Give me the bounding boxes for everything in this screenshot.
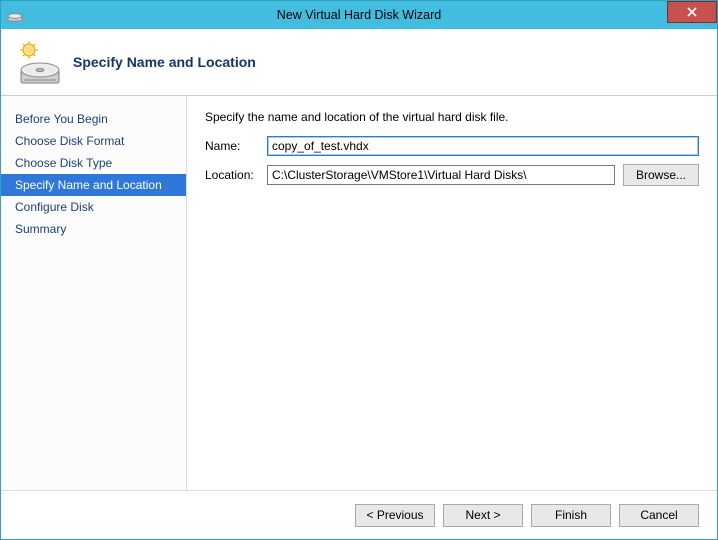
name-label: Name: [205, 139, 259, 153]
page-heading: Specify Name and Location [73, 54, 256, 70]
title-bar: New Virtual Hard Disk Wizard [1, 1, 717, 29]
location-input[interactable] [267, 165, 615, 185]
step-sidebar: Before You Begin Choose Disk Format Choo… [1, 96, 187, 490]
name-row: Name: [205, 136, 699, 156]
name-input[interactable] [267, 136, 699, 156]
browse-button[interactable]: Browse... [623, 164, 699, 186]
app-icon [7, 7, 23, 23]
cancel-button[interactable]: Cancel [619, 504, 699, 527]
step-choose-disk-type[interactable]: Choose Disk Type [1, 152, 186, 174]
step-specify-name-location[interactable]: Specify Name and Location [1, 174, 186, 196]
window-title: New Virtual Hard Disk Wizard [1, 8, 717, 22]
finish-button[interactable]: Finish [531, 504, 611, 527]
instruction-text: Specify the name and location of the vir… [205, 110, 699, 124]
header-panel: Specify Name and Location [1, 29, 717, 96]
next-button[interactable]: Next > [443, 504, 523, 527]
content-panel: Specify the name and location of the vir… [187, 96, 717, 490]
footer-buttons: < Previous Next > Finish Cancel [1, 490, 717, 539]
wizard-window: New Virtual Hard Disk Wizard [0, 0, 718, 540]
close-button[interactable] [667, 1, 717, 23]
step-choose-disk-format[interactable]: Choose Disk Format [1, 130, 186, 152]
step-summary[interactable]: Summary [1, 218, 186, 240]
wizard-body: Before You Begin Choose Disk Format Choo… [1, 96, 717, 490]
step-before-you-begin[interactable]: Before You Begin [1, 108, 186, 130]
previous-button[interactable]: < Previous [355, 504, 435, 527]
location-label: Location: [205, 168, 259, 182]
location-row: Location: Browse... [205, 164, 699, 186]
step-configure-disk[interactable]: Configure Disk [1, 196, 186, 218]
disk-icon [15, 40, 59, 84]
